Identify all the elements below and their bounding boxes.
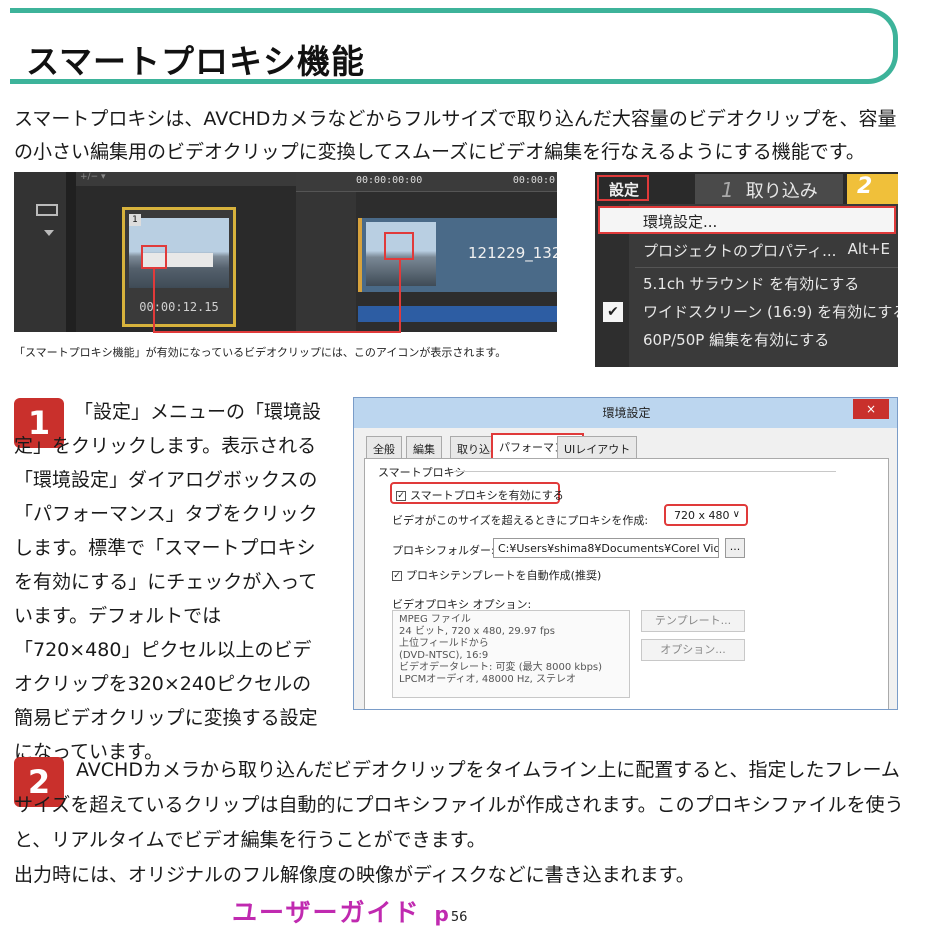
proxy-info-box: MPEG ファイル 24 ビット, 720 x 480, 29.97 fps 上… — [392, 610, 630, 698]
clip-thumbnail: 1 00:00:12.15 — [122, 207, 236, 327]
close-button[interactable]: × — [853, 399, 889, 419]
intro-paragraph: スマートプロキシは、AVCHDカメラなどからフルサイズで取り込んだ大容量のビデオ… — [14, 108, 897, 163]
template-button[interactable]: テンプレート... — [641, 610, 745, 632]
folder-input[interactable]: C:¥Users¥shima8¥Documents¥Corel VideoStu — [493, 538, 719, 558]
timeline-ruler: 00:00:00:00 00:00:0 — [296, 172, 557, 192]
tab-capture[interactable]: 1 取り込み — [695, 174, 843, 204]
options-button[interactable]: オプション... — [641, 639, 745, 661]
chevron-down-icon: ∨ — [732, 509, 740, 520]
browse-button[interactable]: ... — [725, 538, 745, 558]
figure-caption: 「スマートプロキシ機能」が有効になっているビデオクリップには、このアイコンが表示… — [14, 346, 507, 359]
enable-proxy-checkbox[interactable]: ✓ スマートプロキシを有効にする — [396, 487, 564, 503]
size-label: ビデオがこのサイズを超えるときにプロキシを作成: — [392, 514, 649, 527]
tab-ui-layout[interactable]: UIレイアウト — [557, 436, 638, 458]
chevron-down-icon — [44, 230, 54, 236]
settings-menu-screenshot: 設定 1 取り込み 2 環境設定... プロジェクトのプロパティ... Alt+E… — [595, 172, 898, 367]
library-toolbar: +/− ▾ — [76, 172, 296, 186]
folder-label: プロキシフォルダー: — [392, 544, 495, 557]
menu-item-surround[interactable]: 5.1ch サラウンド を有効にする — [643, 273, 859, 294]
step-2-text-2: 出力時には、オリジナルのフル解像度の映像がディスクなどに書き込まれます。 — [14, 864, 695, 886]
clip-timecode: 00:00:12.15 — [139, 300, 219, 314]
menu-shortcut: Alt+E — [847, 240, 890, 258]
tab-general[interactable]: 全般 — [366, 436, 402, 458]
step-2-text: AVCHDカメラから取り込んだビデオクリップをタイムライン上に配置すると、指定し… — [14, 759, 904, 851]
settings-menu[interactable]: 設定 — [597, 175, 649, 201]
checkbox-icon: ✓ — [392, 571, 402, 581]
tab-edit[interactable]: 編集 — [406, 436, 442, 458]
dialog-title: 環境設定 — [354, 398, 897, 428]
proxy-icon-highlight-2 — [384, 232, 414, 260]
ruler-time-1: 00:00:00:00 — [356, 175, 423, 186]
check-icon: ✔ — [603, 302, 623, 322]
timeline-track-header — [296, 172, 356, 332]
title-banner: スマートプロキシ機能 — [10, 8, 898, 84]
menu-item-60p[interactable]: 60P/50P 編集を有効にする — [643, 329, 829, 350]
tab-edit[interactable]: 2 — [847, 174, 898, 204]
menu-item-preferences[interactable]: 環境設定... — [598, 206, 896, 234]
group-label: スマートプロキシ — [378, 466, 466, 479]
ruler-time-2: 00:00:0 — [512, 175, 555, 186]
clip-index: 1 — [129, 214, 141, 226]
timeline-clip-name: 121229_132 — [468, 244, 557, 262]
track-icon — [36, 204, 58, 216]
auto-template-checkbox[interactable]: ✓ プロキシテンプレートを自動作成(推奨) — [392, 567, 601, 583]
proxy-icon-highlight — [141, 245, 167, 269]
track-header-column — [14, 172, 66, 332]
menu-item-widescreen[interactable]: ワイドスクリーン (16:9) を有効にする — [643, 301, 898, 322]
checkbox-icon: ✓ — [396, 491, 406, 501]
user-guide-ref: ユーザーガイド p56 — [232, 898, 468, 927]
step-1-text: 「設定」メニューの「環境設定」をクリックします。表示される「環境設定」ダイアログ… — [14, 401, 322, 763]
preferences-dialog: 環境設定 × 全般 編集 取り込み パフォーマンス UIレイアウト スマートプロ… — [353, 397, 898, 710]
page-title: スマートプロキシ機能 — [26, 42, 366, 81]
menu-item-project-properties[interactable]: プロジェクトのプロパティ... — [643, 240, 836, 261]
timeline-panel: 00:00:00:00 00:00:0 121229_132 — [296, 172, 557, 332]
audio-track — [358, 306, 557, 322]
size-select[interactable]: 720 x 480 ∨ — [664, 504, 748, 526]
timeline-screenshot: +/− ▾ 1 00:00:12.15 00:00:00:00 00:00:0 … — [14, 172, 557, 332]
